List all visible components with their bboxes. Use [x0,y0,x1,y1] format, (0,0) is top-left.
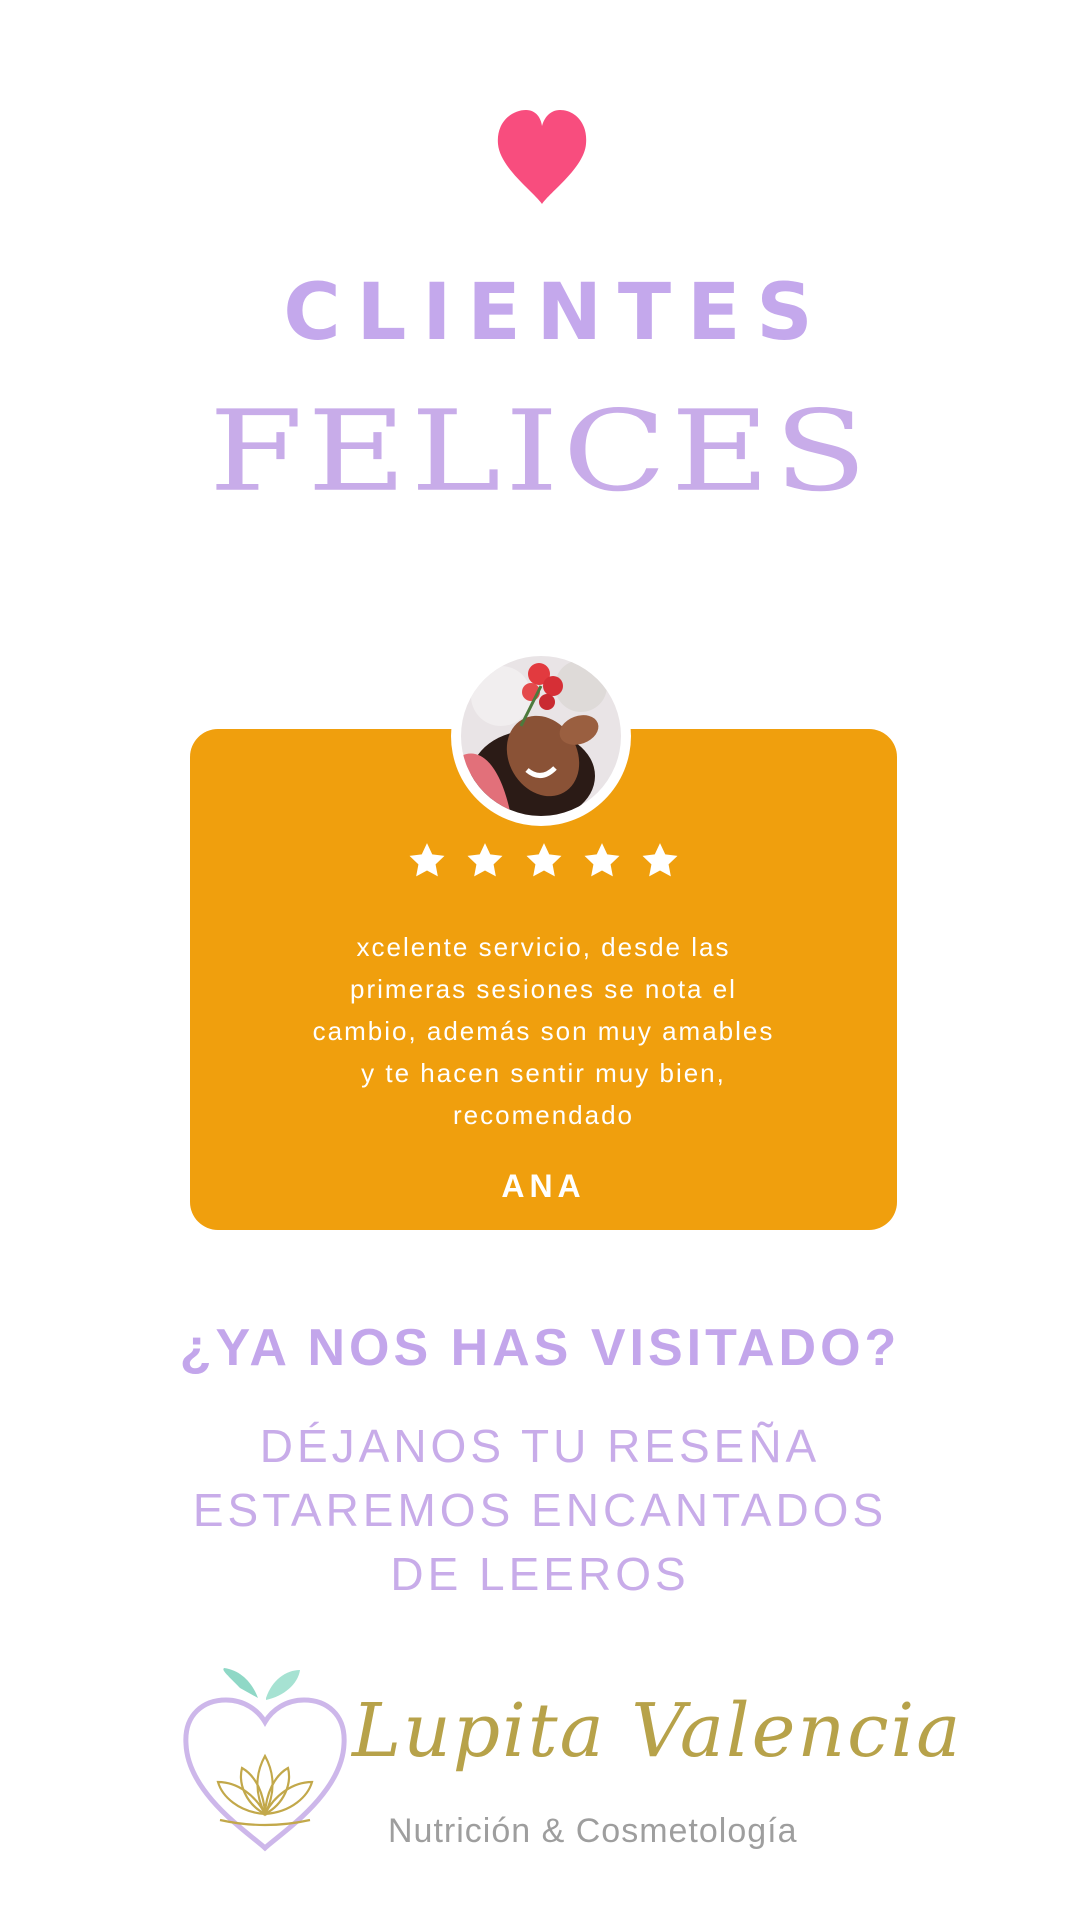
star-icon [584,843,620,877]
title-clientes: CLIENTES [283,268,829,358]
quote-line: xcelente servicio, desde las [356,932,731,962]
invite-line: ESTAREMOS ENCANTADOS [192,1484,888,1536]
star-icon [467,843,503,877]
invite-line: DÉJANOS TU RESEÑA [259,1420,821,1472]
title-felices: FELICES [208,387,872,517]
quote-line: y te hacen sentir muy bien, [361,1058,726,1088]
quote-line: recomendado [453,1100,634,1130]
reviewer-avatar [461,656,621,816]
star-icon [526,843,561,877]
visit-question: ¿YA NOS HAS VISITADO? [179,1319,901,1377]
lotus-heart-logo-icon [183,1668,347,1852]
review-invitation: DÉJANOS TU RESEÑA ESTAREMOS ENCANTADOS D… [0,1414,1080,1606]
brand-name: Lupita Valencia [352,1688,963,1774]
quote-line: cambio, además son muy amables [312,1016,775,1046]
invite-line: DE LEEROS [390,1548,690,1600]
rating-stars [190,840,897,890]
brand-subtitle: Nutrición & Cosmetología [388,1812,798,1850]
star-icon [642,843,678,877]
review-quote: xcelente servicio, desde las primeras se… [290,926,797,1136]
reviewer-name: ANA [501,1168,586,1204]
star-icon [409,843,445,877]
heart-icon [497,110,587,204]
quote-line: primeras sesiones se nota el [350,974,737,1004]
